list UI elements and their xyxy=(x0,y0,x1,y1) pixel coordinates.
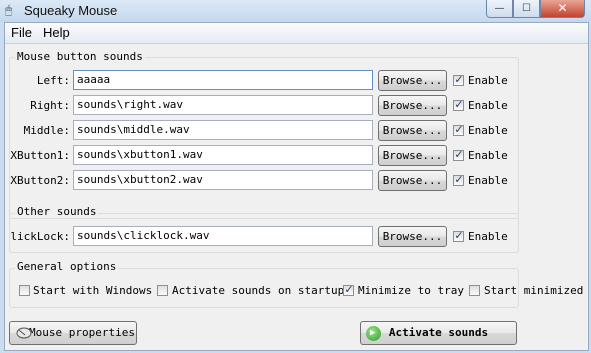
left-enable-label: Enable xyxy=(468,74,508,87)
activate-sounds-button[interactable]: ▶ Activate sounds xyxy=(360,321,517,345)
activate-sounds-label: Activate sounds xyxy=(388,326,489,339)
xbutton2-browse-button[interactable]: Browse... xyxy=(378,170,447,191)
close-button[interactable]: ✕ xyxy=(540,0,585,18)
start-with-windows-checkbox[interactable] xyxy=(19,285,30,296)
activate-on-startup-label: Activate sounds on startup xyxy=(172,284,345,297)
left-browse-button[interactable]: Browse... xyxy=(378,70,447,91)
middle-label: Middle: xyxy=(23,124,70,137)
xbutton1-enable-label: Enable xyxy=(468,149,508,162)
xbutton1-sound-input[interactable]: sounds\xbutton1.wav xyxy=(73,145,373,165)
clicklock-label: lickLock: xyxy=(10,230,70,243)
check-mark-icon: ✓ xyxy=(454,123,464,136)
mouse-properties-label: Mouse properties xyxy=(29,326,135,339)
activate-on-startup-checkbox[interactable] xyxy=(157,285,168,296)
mouse-properties-button[interactable]: Mouse properties xyxy=(9,321,137,345)
left-sound-input[interactable]: aaaaa xyxy=(73,70,373,90)
check-mark-icon: ✓ xyxy=(454,98,464,111)
xbutton1-browse-button[interactable]: Browse... xyxy=(378,145,447,166)
group-title-mouse-buttons: Mouse button sounds xyxy=(15,50,145,63)
right-label: Right: xyxy=(30,99,70,112)
start-with-windows-label: Start with Windows xyxy=(33,284,153,297)
middle-browse-button[interactable]: Browse... xyxy=(378,120,447,141)
menu-bar: File Help xyxy=(5,23,588,44)
clicklock-enable-checkbox[interactable]: ✓ xyxy=(453,229,464,242)
right-enable-label: Enable xyxy=(468,99,508,112)
menu-help[interactable]: Help xyxy=(43,25,70,40)
clicklock-enable-label: Enable xyxy=(468,230,508,243)
mouse-icon xyxy=(16,327,32,339)
minimize-to-tray-label: Minimize to tray xyxy=(358,284,464,297)
left-label: Left: xyxy=(36,74,70,87)
right-sound-input[interactable]: sounds\right.wav xyxy=(73,95,373,115)
middle-enable-label: Enable xyxy=(468,124,508,137)
caption-buttons: — ☐ ✕ xyxy=(486,0,585,19)
group-title-other-sounds: Other sounds xyxy=(15,205,99,218)
check-mark-icon: ✓ xyxy=(344,283,354,296)
check-mark-icon: ✓ xyxy=(454,73,464,86)
check-mark-icon: ✓ xyxy=(454,229,464,242)
minimize-button[interactable]: — xyxy=(486,0,513,18)
xbutton1-label: XButton1: xyxy=(10,149,70,162)
minimize-to-tray-checkbox[interactable]: ✓ xyxy=(343,283,354,296)
xbutton2-enable-label: Enable xyxy=(468,174,508,187)
middle-enable-checkbox[interactable]: ✓ xyxy=(453,123,464,136)
xbutton2-enable-checkbox[interactable]: ✓ xyxy=(453,173,464,186)
window-client-area: File Help Mouse button sounds Left: aaaa… xyxy=(4,22,589,351)
start-minimized-checkbox[interactable] xyxy=(469,285,480,296)
check-mark-icon: ✓ xyxy=(454,148,464,161)
window-title: Squeaky Mouse xyxy=(24,3,118,18)
maximize-button[interactable]: ☐ xyxy=(513,0,540,18)
xbutton1-enable-checkbox[interactable]: ✓ xyxy=(453,148,464,161)
check-mark-icon: ✓ xyxy=(454,173,464,186)
xbutton2-sound-input[interactable]: sounds\xbutton2.wav xyxy=(73,170,373,190)
right-browse-button[interactable]: Browse... xyxy=(378,95,447,116)
start-minimized-label: Start minimized xyxy=(484,284,584,297)
clicklock-browse-button[interactable]: Browse... xyxy=(378,226,447,247)
left-enable-checkbox[interactable]: ✓ xyxy=(453,73,464,86)
play-icon: ▶ xyxy=(366,326,381,341)
mouse-icon: 🖱 xyxy=(5,3,13,17)
right-enable-checkbox[interactable]: ✓ xyxy=(453,98,464,111)
middle-sound-input[interactable]: sounds\middle.wav xyxy=(73,120,373,140)
xbutton2-label: XButton2: xyxy=(10,174,70,187)
menu-file[interactable]: File xyxy=(11,25,32,40)
group-title-general-options: General options xyxy=(15,260,119,273)
clicklock-sound-input[interactable]: sounds\clicklock.wav xyxy=(73,226,373,246)
title-bar[interactable]: 🖱 Squeaky Mouse — ☐ ✕ xyxy=(0,0,591,22)
